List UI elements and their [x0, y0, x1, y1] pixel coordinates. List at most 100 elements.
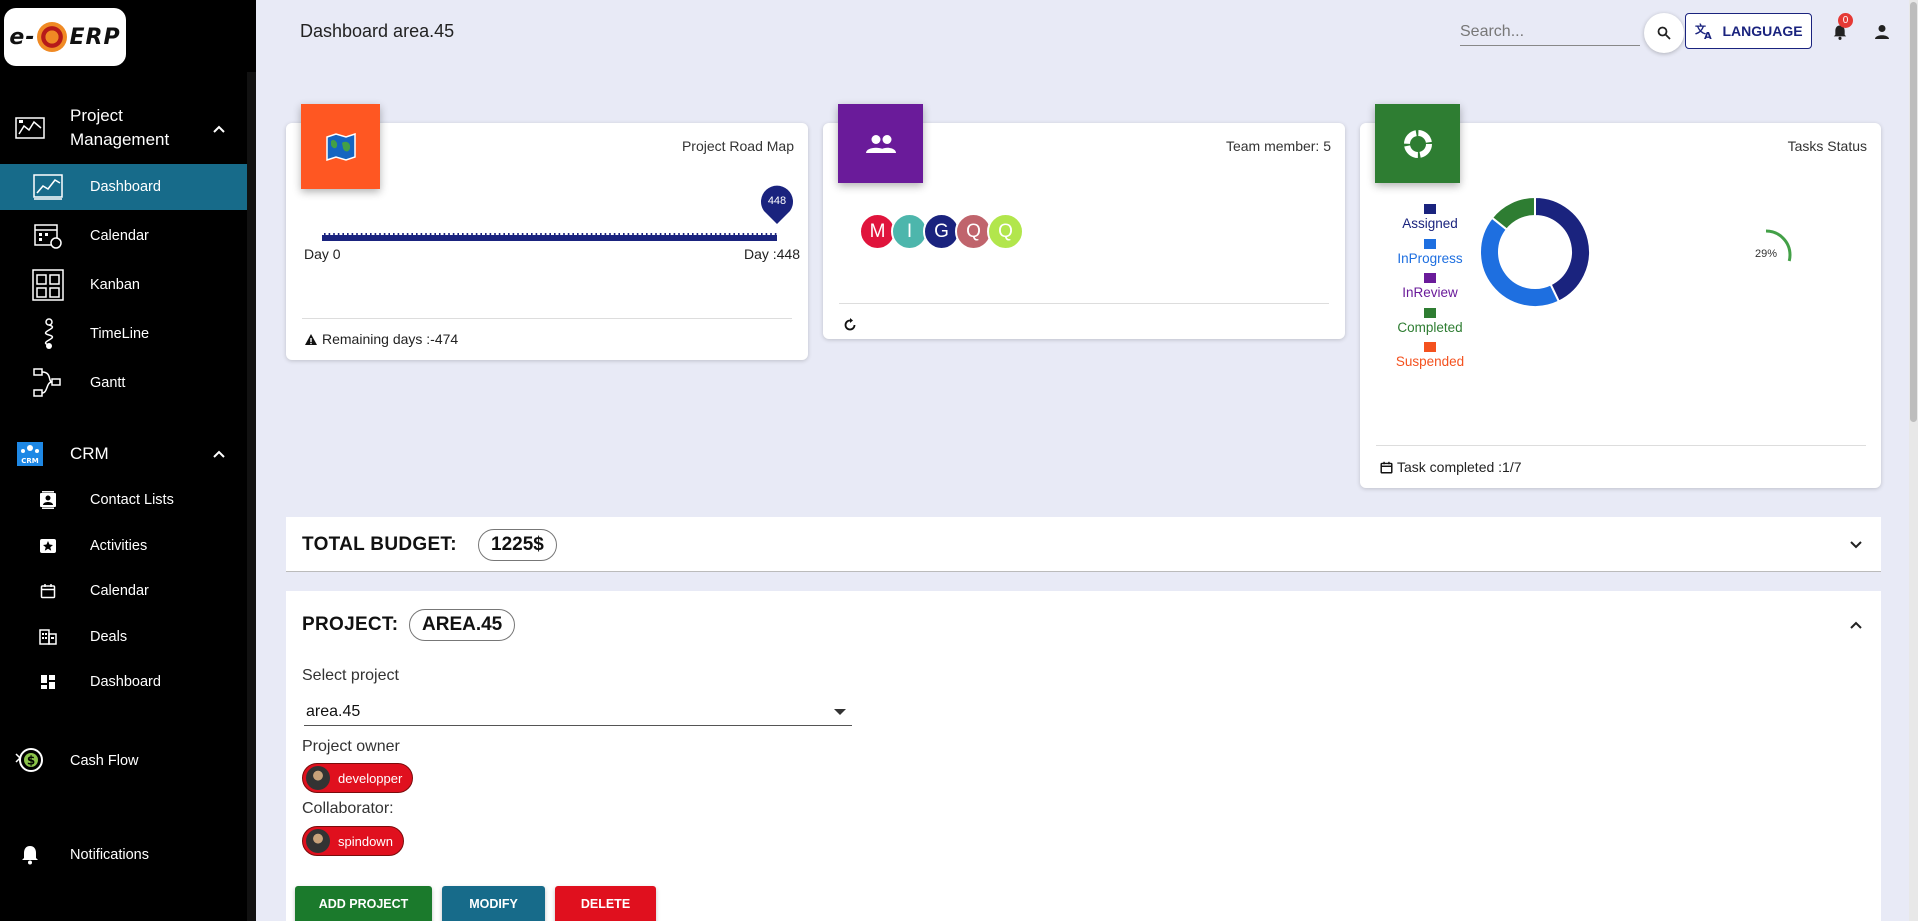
roadmap-start-label: Day 0	[304, 246, 341, 262]
select-project-dropdown[interactable]: area.45	[304, 698, 852, 726]
topbar: Dashboard area.45 文A LANGUAGE 0	[256, 0, 1918, 62]
budget-panel[interactable]: TOTAL BUDGET: 1225$	[286, 517, 1881, 572]
search-button[interactable]	[1644, 13, 1684, 53]
sidebar-item-deals[interactable]: Deals	[0, 614, 247, 660]
section-crm[interactable]: CRM CRM	[0, 438, 256, 470]
owner-chip[interactable]: developper	[302, 763, 414, 793]
legend-item[interactable]: Assigned	[1380, 204, 1480, 231]
roadmap-tick	[710, 233, 712, 236]
roadmap-tick	[581, 233, 584, 236]
legend-swatch	[1424, 238, 1436, 249]
roadmap-tick	[337, 233, 340, 236]
roadmap-tick	[324, 233, 326, 236]
sidebar-item-label: Activities	[90, 538, 148, 554]
team-member-avatar[interactable]: Q	[987, 213, 1024, 250]
donut-slice-inprogress[interactable]	[1479, 216, 1561, 308]
add-project-button[interactable]: ADD PROJECT	[295, 886, 432, 921]
roadmap-tick	[544, 233, 547, 236]
budget-value: 1225$	[478, 529, 557, 561]
collaborator-label: Collaborator:	[302, 800, 394, 817]
delete-button[interactable]: DELETE	[555, 886, 656, 921]
roadmap-tick	[613, 233, 616, 236]
roadmap-tick	[627, 233, 630, 236]
roadmap-tick	[462, 233, 464, 236]
chevron-up-icon[interactable]	[212, 122, 226, 136]
language-button[interactable]: 文A LANGUAGE	[1685, 13, 1812, 49]
roadmap-slider[interactable]	[322, 229, 777, 241]
roadmap-end-label: Day :448	[743, 246, 800, 262]
card-title: Tasks Status	[1787, 138, 1867, 154]
project-value: AREA.45	[409, 609, 516, 641]
chevron-up-icon[interactable]	[212, 447, 226, 461]
team-badge	[838, 104, 923, 183]
modify-button[interactable]: MODIFY	[442, 886, 545, 921]
roadmap-marker: 448	[760, 185, 794, 225]
roadmap-tick	[659, 233, 662, 236]
sidebar-item-label: Dashboard	[90, 674, 161, 690]
owner-name: developper	[338, 770, 403, 786]
roadmap-tick	[554, 233, 556, 236]
roadmap-tick	[747, 233, 749, 236]
legend-label: InProgress	[1397, 250, 1463, 266]
roadmap-tick	[705, 233, 708, 236]
roadmap-tick	[475, 233, 478, 236]
roadmap-tick	[503, 233, 505, 236]
select-project-label: Select project	[302, 667, 399, 684]
sidebar-item-crm-dashboard[interactable]: Dashboard	[0, 659, 247, 705]
sidebar-item-timeline[interactable]: TimeLine	[0, 311, 247, 357]
sidebar-item-crm-calendar[interactable]: Calendar	[0, 568, 247, 614]
roadmap-tick	[434, 233, 436, 236]
roadmap-tick	[692, 233, 694, 236]
contact-icon	[32, 484, 64, 516]
roadmap-tick	[521, 233, 524, 236]
refresh-icon[interactable]	[843, 318, 857, 332]
legend-item[interactable]: Suspended	[1380, 342, 1480, 369]
sidebar-item-label: Calendar	[90, 583, 149, 599]
sidebar-item-gantt[interactable]: Gantt	[0, 360, 247, 406]
roadmap-tick	[356, 233, 358, 236]
roadmap-tick	[765, 233, 768, 236]
remaining-days: Remaining days :-474	[322, 331, 459, 347]
roadmap-tick	[618, 233, 620, 236]
warning-icon	[305, 333, 317, 345]
calendar-icon	[32, 575, 64, 607]
legend-item[interactable]: Completed	[1380, 307, 1480, 335]
sidebar-item-notifications[interactable]: Notifications	[0, 838, 256, 872]
sidebar-item-activities[interactable]: Activities	[0, 523, 247, 569]
roadmap-tick	[439, 233, 441, 236]
roadmap-tick	[664, 233, 666, 236]
roadmap-tick	[443, 233, 446, 236]
sidebar-item-kanban[interactable]: Kanban	[0, 262, 247, 308]
legend-item[interactable]: InProgress	[1380, 238, 1480, 266]
sidebar-item-cash-flow[interactable]: $ Cash Flow	[0, 744, 256, 778]
chevron-up-icon[interactable]	[1848, 617, 1864, 633]
section-project-management[interactable]: Project Management	[0, 104, 256, 152]
donut-slice-assigned[interactable]	[1534, 195, 1591, 303]
sidebar-item-contact-lists[interactable]: Contact Lists	[0, 477, 247, 523]
avatar	[306, 766, 330, 790]
page-scrollbar-thumb[interactable]	[1910, 2, 1917, 422]
roadmap-tick	[471, 233, 473, 236]
legend-item[interactable]: InReview	[1380, 273, 1480, 300]
roadmap-tick	[416, 233, 418, 236]
deals-icon	[32, 621, 64, 653]
account-button[interactable]	[1868, 18, 1896, 46]
roadmap-tick	[673, 233, 676, 236]
collaborator-chip[interactable]: spindown	[302, 826, 404, 856]
roadmap-tick	[498, 233, 501, 236]
app-logo[interactable]: e- ERP	[4, 8, 126, 66]
roadmap-tick	[374, 233, 377, 236]
sidebar-item-label: Dashboard	[90, 179, 161, 195]
search-input[interactable]	[1460, 18, 1640, 46]
page-scrollbar[interactable]	[1909, 0, 1918, 921]
chevron-down-icon[interactable]	[1848, 537, 1864, 553]
roadmap-tick	[641, 233, 643, 236]
sidebar-item-calendar[interactable]: Calendar	[0, 213, 247, 259]
notification-badge: 0	[1838, 13, 1853, 28]
sidebar-item-dashboard[interactable]: Dashboard	[0, 164, 247, 210]
logo-text-left: e-	[9, 24, 36, 50]
sidebar-scrollbar[interactable]	[247, 72, 256, 921]
roadmap-tick	[494, 233, 496, 236]
roadmap-tick	[517, 233, 519, 236]
crm-icon: CRM	[14, 440, 46, 468]
